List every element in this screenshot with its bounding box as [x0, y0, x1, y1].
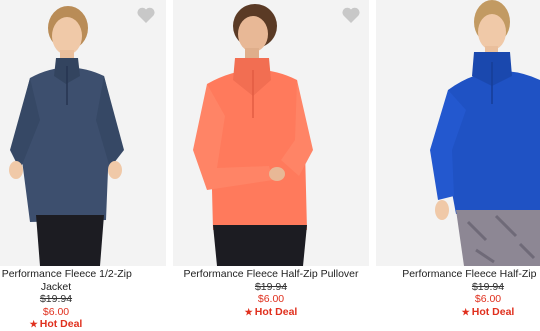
sale-price: $6.00: [474, 293, 502, 305]
product-info: Performance Fleece Half-Zip Pullover $19…: [173, 268, 369, 318]
product-card[interactable]: Performance Fleece Half-Zip Pullove $19.…: [376, 0, 540, 331]
product-card[interactable]: Performance Fleece Half-Zip Pullover $19…: [173, 0, 369, 331]
star-icon: ★: [244, 306, 253, 317]
product-name[interactable]: Performance Fleece Half-Zip Pullove: [376, 268, 540, 281]
sale-price: $6.00: [42, 305, 70, 318]
heart-icon[interactable]: [136, 6, 156, 24]
product-name[interactable]: Performance Fleece Half-Zip Pullover: [173, 268, 369, 281]
product-card[interactable]: lock Performance Fleece 1/2-Zip Jacket $…: [0, 0, 166, 331]
star-icon: ★: [461, 306, 470, 317]
hot-deal-badge: ★ Hot Deal: [461, 305, 515, 318]
product-image[interactable]: [376, 0, 540, 266]
original-price: $19.94: [471, 280, 505, 293]
product-image[interactable]: [0, 0, 166, 266]
product-name-line-1[interactable]: lock Performance Fleece 1/2-Zip: [0, 268, 166, 281]
hot-deal-badge: ★ Hot Deal: [29, 318, 83, 330]
product-info: Performance Fleece Half-Zip Pullove $19.…: [376, 268, 540, 318]
product-name-line-2[interactable]: Jacket: [0, 281, 166, 294]
original-price: $19.94: [254, 280, 288, 293]
star-icon: ★: [29, 319, 38, 329]
product-image[interactable]: [173, 0, 369, 266]
hot-deal-badge: ★ Hot Deal: [244, 305, 298, 318]
heart-icon[interactable]: [341, 6, 361, 24]
sale-price: $6.00: [257, 293, 285, 305]
product-info: lock Performance Fleece 1/2-Zip Jacket $…: [0, 268, 166, 331]
original-price: $19.94: [39, 293, 73, 305]
